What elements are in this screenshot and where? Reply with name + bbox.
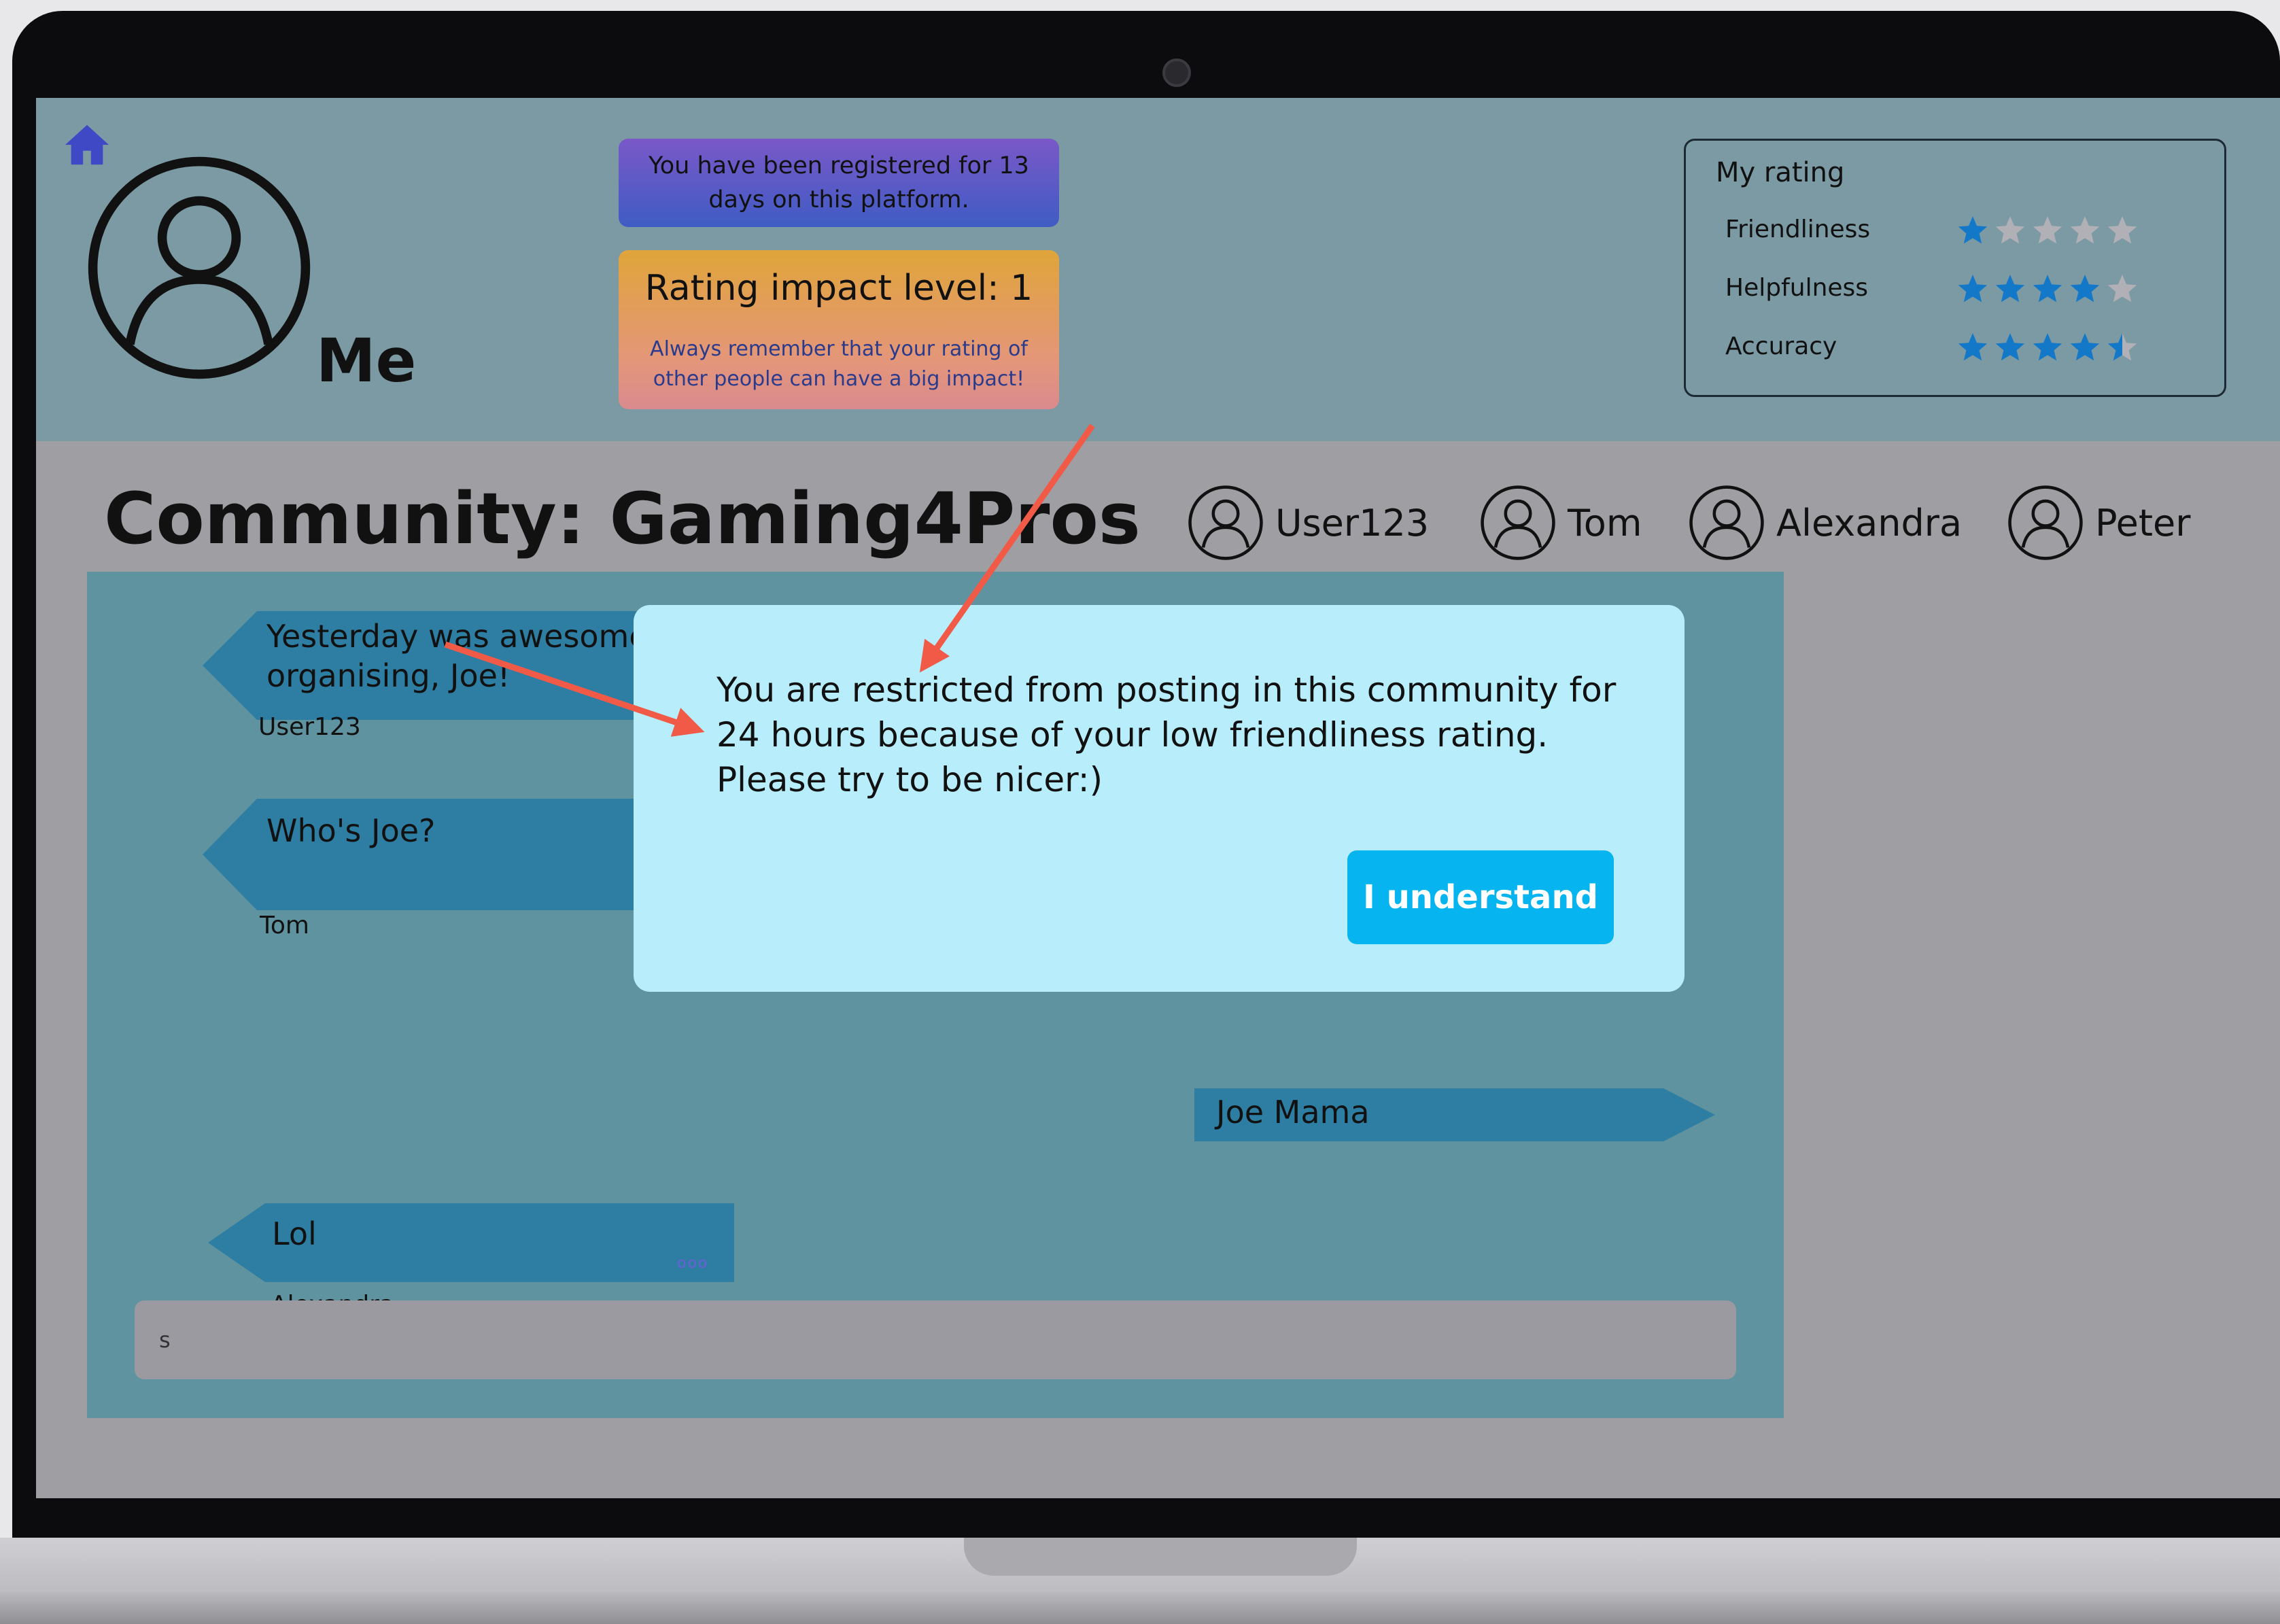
profile-name: Me — [316, 326, 417, 396]
star-icon — [1995, 333, 2025, 361]
rating-label: Helpfulness — [1725, 274, 1869, 302]
star-icon — [2070, 275, 2100, 303]
app-screen: Me You have been registered for 13 days … — [36, 98, 2280, 1498]
chat-message-line: Joe Mama — [1216, 1094, 1370, 1130]
star-icon — [1958, 275, 1988, 303]
star-rating — [1956, 331, 2143, 364]
chat-sender: Tom — [260, 912, 309, 939]
community-title: Community: Gaming4Pros — [104, 477, 1141, 560]
star-icon — [1995, 216, 2025, 244]
chat-message-line: organising, Joe! — [266, 657, 511, 694]
member-alexandra[interactable]: Alexandra — [1688, 483, 1962, 563]
chat-message-line: Who's Joe? — [266, 812, 436, 849]
star-rating — [1956, 273, 2143, 305]
bubble-tail — [208, 1203, 265, 1282]
bubble-tail — [203, 799, 257, 910]
i-understand-button[interactable]: I understand — [1347, 850, 1614, 944]
star-icon — [2070, 333, 2100, 361]
star-icon — [2107, 216, 2137, 244]
member-tom[interactable]: Tom — [1479, 483, 1642, 563]
registration-info-badge: You have been registered for 13 days on … — [619, 139, 1059, 227]
restriction-dialog: You are restricted from posting in this … — [634, 605, 1685, 992]
member-user123[interactable]: User123 — [1187, 483, 1429, 563]
more-options-icon[interactable]: ooo — [677, 1255, 708, 1272]
rating-impact-note: Always remember that your rating of othe… — [650, 337, 1028, 391]
member-name: Peter — [2095, 501, 2191, 545]
star-icon — [2070, 216, 2100, 244]
webcam — [1162, 58, 1191, 87]
my-rating-panel: My rating Friendliness Helpfulness Accur… — [1684, 139, 2226, 397]
user-avatar-icon — [1188, 485, 1263, 560]
user-avatar-icon — [1481, 485, 1555, 560]
registration-info-text: You have been registered for 13 days on … — [649, 152, 1029, 213]
rating-label: Accuracy — [1725, 332, 1837, 360]
my-rating-title: My rating — [1716, 157, 1845, 188]
avatar-icon[interactable] — [84, 152, 315, 383]
user-avatar-icon — [1689, 485, 1764, 560]
star-icon — [1995, 275, 2025, 303]
star-icon — [2033, 216, 2062, 244]
star-icon — [2107, 333, 2137, 361]
rating-impact-title: Rating impact level: 1 — [644, 268, 1033, 309]
star-icon — [2033, 333, 2062, 361]
star-icon — [2033, 275, 2062, 303]
chat-bubble[interactable]: Lol ooo — [265, 1203, 734, 1282]
rating-label: Friendliness — [1725, 215, 1871, 243]
chat-message-line: Lol — [272, 1215, 317, 1252]
chat-sender: User123 — [258, 713, 361, 741]
rating-row-friendliness: Friendliness — [1725, 210, 2201, 251]
profile-header: Me You have been registered for 13 days … — [36, 98, 2280, 441]
star-icon — [1958, 333, 1988, 361]
restriction-message: You are restricted from posting in this … — [716, 670, 1617, 799]
rating-row-helpfulness: Helpfulness — [1725, 269, 2201, 309]
rating-row-accuracy: Accuracy — [1725, 327, 2201, 368]
star-icon — [1958, 216, 1988, 244]
star-rating — [1956, 214, 2143, 247]
member-peter[interactable]: Peter — [2007, 483, 2190, 563]
bubble-tail — [203, 611, 257, 720]
bubble-tail — [1663, 1088, 1715, 1141]
user-avatar-icon — [2008, 485, 2083, 560]
rating-impact-card: Rating impact level: 1 Always remember t… — [619, 250, 1059, 409]
laptop-notch — [964, 1538, 1357, 1576]
chat-bubble-own[interactable]: Joe Mama — [1194, 1088, 1663, 1141]
member-name: User123 — [1275, 501, 1430, 545]
member-name: Alexandra — [1776, 501, 1963, 545]
message-input[interactable] — [135, 1300, 1736, 1379]
member-name: Tom — [1568, 501, 1642, 545]
star-icon — [2107, 275, 2137, 303]
